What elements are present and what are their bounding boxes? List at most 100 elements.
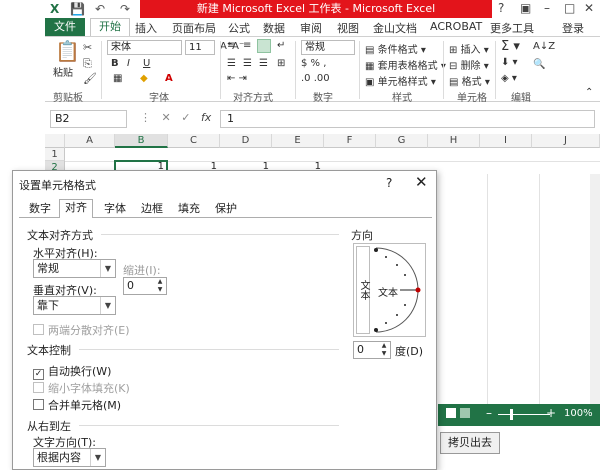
tab-acrobat[interactable]: ACROBAT <box>430 20 482 33</box>
indent-icon[interactable]: ⇤ ⇥ <box>227 73 247 84</box>
column-header[interactable]: H <box>428 134 480 148</box>
indent-spinner[interactable]: 0 ▲ ▼ <box>123 277 167 295</box>
maximize-icon[interactable]: □ <box>564 1 575 15</box>
tab-alignment[interactable]: 对齐 <box>59 199 93 218</box>
tab-number[interactable]: 数字 <box>25 201 55 217</box>
align-right-icon[interactable]: ☰ <box>259 58 268 69</box>
font-size-select[interactable]: 11 <box>185 40 215 55</box>
spin-up-icon[interactable]: ▲ <box>378 342 390 350</box>
clear-icon[interactable]: ◈ ▾ <box>501 73 517 84</box>
formula-input[interactable]: 1 <box>220 110 595 128</box>
help-icon[interactable]: ? <box>498 1 504 15</box>
tab-border[interactable]: 边框 <box>137 201 167 217</box>
format-painter-icon[interactable]: 🖌 <box>83 72 97 85</box>
orientation-control[interactable]: 文本 文本 <box>353 243 426 337</box>
align-left-icon[interactable]: ☰ <box>227 58 236 69</box>
conditional-format-button[interactable]: ▤ 条件格式 ▾ <box>365 41 426 56</box>
tab-font[interactable]: 字体 <box>100 201 130 217</box>
cancel-entry-icon[interactable]: ✕ <box>162 111 171 124</box>
bold-button[interactable]: B <box>111 58 119 69</box>
wrap-text-icon[interactable]: ↵ <box>277 40 285 51</box>
normal-view-icon[interactable] <box>446 408 456 418</box>
align-center-icon[interactable]: ☰ <box>243 58 252 69</box>
tab-formulas[interactable]: 公式 <box>228 20 250 36</box>
tab-kingsoft-docs[interactable]: 金山文档 <box>373 20 417 36</box>
save-icon[interactable]: 💾 <box>70 2 85 16</box>
column-header[interactable]: C <box>168 134 220 148</box>
tab-data[interactable]: 数据 <box>263 20 285 36</box>
v-align-select[interactable]: 靠下 ▼ <box>33 296 116 315</box>
column-header[interactable]: G <box>376 134 428 148</box>
tab-file[interactable]: 文件 <box>45 18 85 36</box>
sort-filter-icon[interactable]: A↓Z <box>533 41 555 52</box>
tab-review[interactable]: 审阅 <box>300 20 322 36</box>
copy-out-button[interactable]: 拷贝出去 <box>440 432 500 454</box>
fill-icon[interactable]: ⬇ ▾ <box>501 57 518 68</box>
text-direction-select[interactable]: 根据内容 ▼ <box>33 448 106 467</box>
confirm-entry-icon[interactable]: ✓ <box>181 111 190 124</box>
row-header[interactable]: 1 <box>45 148 65 161</box>
close-icon[interactable]: ✕ <box>584 1 594 15</box>
undo-icon[interactable]: ↶ <box>95 2 105 16</box>
ribbon-display-icon[interactable]: ▣ <box>520 1 531 15</box>
spin-down-icon[interactable]: ▼ <box>378 350 390 358</box>
column-header[interactable]: B <box>115 134 168 148</box>
delete-cells-button[interactable]: ⊟ 删除 ▾ <box>449 57 489 72</box>
redo-icon[interactable]: ↷ <box>120 2 130 16</box>
align-top-icon[interactable]: ≡ <box>227 40 235 51</box>
tab-more-tools[interactable]: 更多工具 <box>490 20 534 36</box>
select-all-corner[interactable] <box>45 134 65 148</box>
shrink-to-fit-checkbox[interactable]: 缩小字体填充(K) <box>33 380 130 396</box>
autosum-icon[interactable]: Σ ▾ <box>501 39 520 54</box>
page-layout-view-icon[interactable] <box>460 408 470 418</box>
borders-icon[interactable]: ▦ <box>113 73 122 84</box>
zoom-out-icon[interactable]: – <box>486 406 492 420</box>
minimize-icon[interactable]: – <box>544 1 550 15</box>
column-header[interactable]: J <box>532 134 600 148</box>
insert-cells-button[interactable]: ⊞ 插入 ▾ <box>449 41 489 56</box>
decimal-icon[interactable]: .0 .00 <box>301 73 330 84</box>
tab-home[interactable]: 开始 <box>90 18 130 36</box>
login-link[interactable]: 登录 <box>562 20 584 36</box>
worksheet-grid[interactable]: A B C D E F G H I J 1 2 1 1 1 1 <box>45 134 600 174</box>
currency-icon[interactable]: $ % , <box>301 58 326 69</box>
collapse-ribbon-icon[interactable]: ⌃ <box>585 87 593 98</box>
insert-function-icon[interactable]: fx <box>201 111 211 124</box>
spin-down-icon[interactable]: ▼ <box>154 286 166 294</box>
name-box[interactable]: B2 <box>50 110 127 128</box>
column-header[interactable]: F <box>324 134 376 148</box>
tab-fill[interactable]: 填充 <box>174 201 204 217</box>
tab-page-layout[interactable]: 页面布局 <box>172 20 216 36</box>
find-select-icon[interactable]: 🔍 <box>533 59 545 70</box>
vertical-text-toggle[interactable]: 文本 <box>356 246 370 334</box>
h-align-select[interactable]: 常规 ▼ <box>33 259 116 278</box>
align-bottom-button[interactable] <box>257 39 271 53</box>
zoom-slider-track[interactable] <box>498 414 550 415</box>
tab-insert[interactable]: 插入 <box>135 20 157 36</box>
tab-view[interactable]: 视图 <box>337 20 359 36</box>
table-format-button[interactable]: ▦ 套用表格格式 ▾ <box>365 57 446 72</box>
format-cells-button[interactable]: ▤ 格式 ▾ <box>449 73 490 88</box>
copy-icon[interactable]: ⎘ <box>83 57 92 71</box>
dialog-help-button[interactable]: ? <box>386 176 392 190</box>
tab-protection[interactable]: 保护 <box>211 201 241 217</box>
italic-button[interactable]: I <box>127 58 130 69</box>
cut-icon[interactable]: ✂ <box>83 41 92 54</box>
align-middle-icon[interactable]: ≡ <box>243 40 251 51</box>
vertical-scrollbar[interactable] <box>590 174 600 404</box>
justify-distributed-checkbox[interactable]: 两端分散对齐(E) <box>33 322 130 338</box>
worksheet-grid-continued[interactable] <box>437 174 600 404</box>
number-format-select[interactable]: 常规 <box>301 40 355 55</box>
formula-bar-menu-icon[interactable]: ⋮ <box>140 111 151 124</box>
zoom-in-icon[interactable]: + <box>546 406 556 420</box>
merge-cells-checkbox[interactable]: 合并单元格(M) <box>33 397 121 413</box>
column-header[interactable]: A <box>65 134 115 148</box>
zoom-slider-thumb[interactable] <box>510 409 513 420</box>
font-name-select[interactable]: 宋体 <box>107 40 182 55</box>
spin-up-icon[interactable]: ▲ <box>154 278 166 286</box>
paste-button[interactable]: 粘贴 <box>53 64 73 79</box>
column-header[interactable]: D <box>220 134 272 148</box>
dialog-close-button[interactable]: ✕ <box>415 173 428 191</box>
fill-color-icon[interactable]: ◆ <box>140 73 148 84</box>
cell-style-button[interactable]: ▣ 单元格样式 ▾ <box>365 73 436 88</box>
